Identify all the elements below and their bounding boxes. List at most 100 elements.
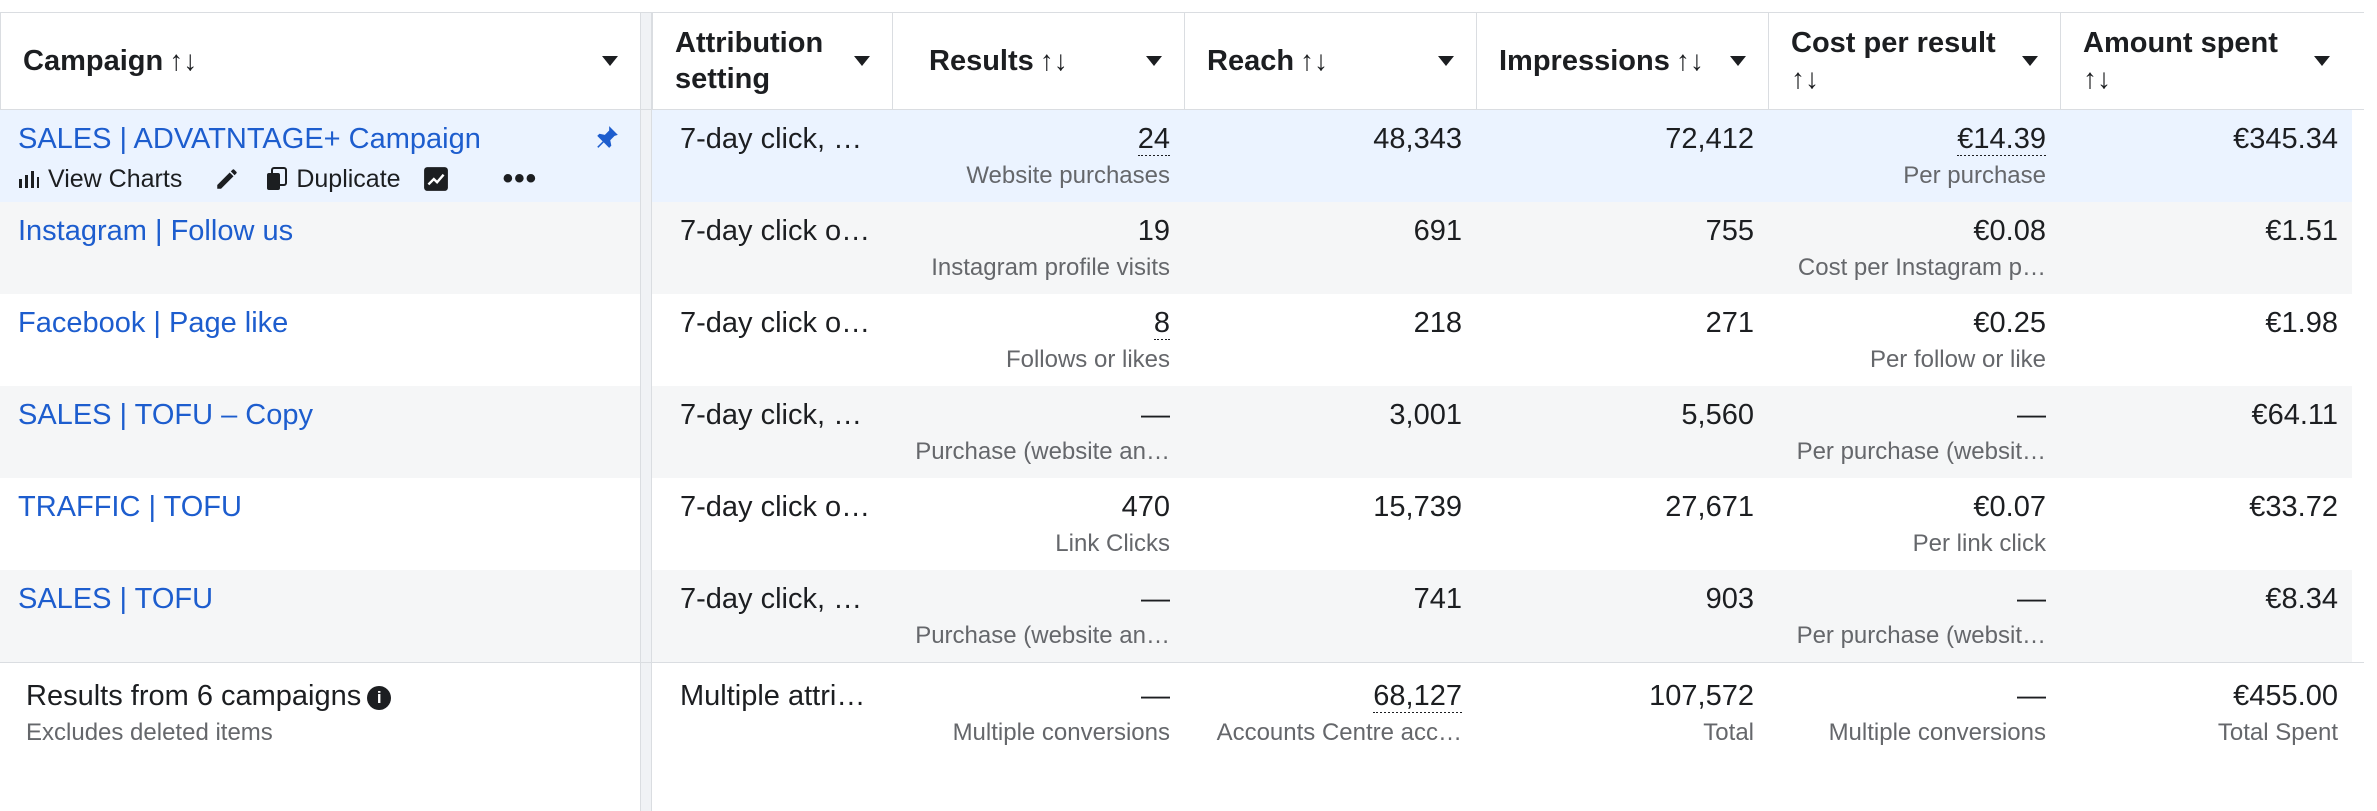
sort-icon[interactable]: ↑↓ [2083, 61, 2111, 97]
dropdown-caret-icon[interactable] [1146, 56, 1162, 66]
dropdown-caret-icon[interactable] [1730, 56, 1746, 66]
duplicate-icon [267, 167, 288, 190]
footer-impressions-cell: 107,572 Total [1476, 663, 1768, 773]
trend-chart-icon[interactable] [423, 166, 449, 192]
campaign-cell[interactable]: Facebook | Page like [0, 294, 640, 386]
sort-icon[interactable]: ↑↓ [169, 43, 197, 79]
view-charts-label: View Charts [48, 165, 183, 193]
sort-icon[interactable]: ↑↓ [1040, 43, 1068, 79]
more-options-icon[interactable]: ••• [503, 162, 538, 196]
impressions-value: 5,560 [1681, 399, 1754, 431]
cost-subtitle: Per purchase (websit… [1796, 438, 2046, 465]
dropdown-caret-icon[interactable] [2314, 56, 2330, 66]
attribution-value: 7-day click, 1-… [680, 123, 878, 155]
view-charts-button[interactable]: View Charts [18, 162, 182, 196]
footer-subtitle: Excludes deleted items [26, 719, 273, 746]
cost-value[interactable]: €14.39 [1957, 123, 2046, 156]
header-campaign[interactable]: Campaign ↑↓ [0, 13, 640, 109]
campaign-name-link[interactable]: SALES | TOFU – Copy [18, 398, 626, 432]
header-impressions[interactable]: Impressions ↑↓ [1476, 13, 1768, 109]
campaigns-table: Campaign ↑↓ Attribution setting Results … [0, 12, 2364, 773]
attribution-value: 7-day click or … [680, 215, 878, 247]
footer-cost-cell: — Multiple conversions [1768, 663, 2060, 773]
column-divider [640, 110, 652, 202]
campaign-cell[interactable]: Instagram | Follow us [0, 202, 640, 294]
campaign-cell[interactable]: TRAFFIC | TOFU [0, 478, 640, 570]
cost-subtitle: Per purchase (websit… [1796, 622, 2046, 649]
table-row[interactable]: SALES | TOFU 7-day click, 1-… — Purchase… [0, 570, 2364, 662]
reach-value: 218 [1413, 307, 1462, 339]
table-row[interactable]: Facebook | Page like 7-day click or … 8 … [0, 294, 2364, 386]
row-actions: View Charts Duplicate ••• [18, 162, 626, 196]
footer-cost-subtitle: Multiple conversions [1828, 719, 2046, 746]
column-divider [640, 478, 652, 570]
column-divider [640, 386, 652, 478]
impressions-value: 72,412 [1665, 123, 1754, 155]
footer-attribution-value: Multiple attrib… [680, 680, 878, 712]
header-amount-label: Amount spent [2083, 27, 2278, 59]
footer-reach-subtitle: Accounts Centre acc… [1216, 719, 1462, 746]
results-value[interactable]: 24 [1137, 123, 1170, 156]
cost-cell: €0.25 Per follow or like [1768, 294, 2060, 386]
campaign-cell[interactable]: SALES | TOFU [0, 570, 640, 662]
results-subtitle: Website purchases [966, 162, 1170, 189]
info-icon[interactable]: i [367, 686, 392, 710]
results-value[interactable]: 8 [1153, 307, 1170, 340]
dropdown-caret-icon[interactable] [602, 56, 618, 66]
column-divider [640, 570, 652, 662]
header-reach[interactable]: Reach ↑↓ [1184, 13, 1476, 109]
impressions-value: 755 [1705, 215, 1754, 247]
footer-results-value: — [1141, 680, 1170, 712]
cost-cell: — Per purchase (websit… [1768, 570, 2060, 662]
campaign-cell[interactable]: SALES | ADVATNTAGE+ Campaign View Charts [0, 110, 640, 202]
impressions-value: 27,671 [1665, 491, 1754, 523]
campaign-name-link[interactable]: SALES | TOFU [18, 582, 626, 616]
sort-icon[interactable]: ↑↓ [1791, 61, 1819, 97]
header-amount-spent[interactable]: Amount spent ↑↓ [2060, 13, 2352, 109]
table-row[interactable]: TRAFFIC | TOFU 7-day click or … 470 Link… [0, 478, 2364, 570]
header-results[interactable]: Results ↑↓ [892, 13, 1184, 109]
reach-value: 741 [1413, 583, 1462, 615]
cost-cell: — Per purchase (websit… [1768, 386, 2060, 478]
header-attribution[interactable]: Attribution setting [652, 13, 892, 109]
table-row[interactable]: Instagram | Follow us 7-day click or … 1… [0, 202, 2364, 294]
campaign-name-link[interactable]: Instagram | Follow us [18, 214, 626, 248]
pin-icon[interactable] [594, 124, 620, 150]
results-subtitle: Follows or likes [1005, 346, 1170, 373]
table-row[interactable]: SALES | ADVATNTAGE+ Campaign View Charts [0, 110, 2364, 202]
dropdown-caret-icon[interactable] [1438, 56, 1454, 66]
sort-icon[interactable]: ↑↓ [1300, 43, 1328, 79]
campaign-name-link[interactable]: SALES | ADVATNTAGE+ Campaign [18, 122, 626, 156]
cost-cell: €14.39 Per purchase [1768, 110, 2060, 202]
impressions-cell: 903 [1476, 570, 1768, 662]
results-subtitle: Link Clicks [1055, 530, 1170, 557]
column-divider [640, 202, 652, 294]
impressions-cell: 72,412 [1476, 110, 1768, 202]
reach-cell: 15,739 [1184, 478, 1476, 570]
edit-pencil-icon[interactable] [214, 166, 240, 192]
footer-reach-cell: 68,127 Accounts Centre acc… [1184, 663, 1476, 773]
campaign-name-link[interactable]: Facebook | Page like [18, 306, 626, 340]
campaign-name-link[interactable]: TRAFFIC | TOFU [18, 490, 626, 524]
impressions-cell: 27,671 [1476, 478, 1768, 570]
reach-cell: 741 [1184, 570, 1476, 662]
campaign-cell[interactable]: SALES | TOFU – Copy [0, 386, 640, 478]
reach-cell: 48,343 [1184, 110, 1476, 202]
sort-icon[interactable]: ↑↓ [1676, 43, 1704, 79]
impressions-cell: 271 [1476, 294, 1768, 386]
impressions-cell: 755 [1476, 202, 1768, 294]
attribution-value: 7-day click or … [680, 491, 878, 523]
amount-value: €64.11 [2251, 399, 2338, 431]
attribution-cell: 7-day click, 1-… [652, 570, 892, 662]
header-cost-per-result[interactable]: Cost per result ↑↓ [1768, 13, 2060, 109]
dropdown-caret-icon[interactable] [2022, 56, 2038, 66]
reach-cell: 3,001 [1184, 386, 1476, 478]
table-row[interactable]: SALES | TOFU – Copy 7-day click, 1-… — P… [0, 386, 2364, 478]
dropdown-caret-icon[interactable] [854, 56, 870, 66]
cost-subtitle: Cost per Instagram p… [1797, 254, 2046, 281]
duplicate-button[interactable]: Duplicate [266, 162, 401, 196]
reach-cell: 218 [1184, 294, 1476, 386]
reach-cell: 691 [1184, 202, 1476, 294]
footer-reach-value[interactable]: 68,127 [1373, 680, 1462, 713]
header-attribution-line2: setting [675, 63, 771, 95]
